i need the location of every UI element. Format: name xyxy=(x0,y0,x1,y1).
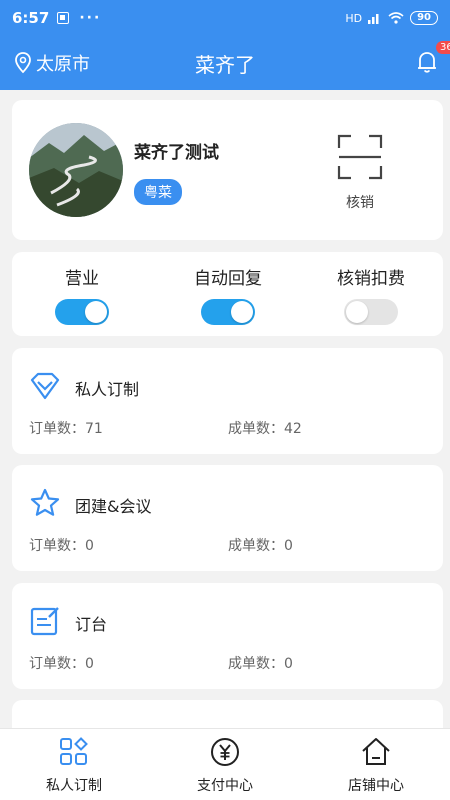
order-count: 订单数：0 xyxy=(29,656,94,672)
deal-count: 成单数：42 xyxy=(228,421,302,437)
business-toggle[interactable] xyxy=(55,299,109,325)
verify-fee-toggle[interactable] xyxy=(344,299,398,325)
network-type: HD xyxy=(345,11,363,25)
settings-switches-card: 营业 自动回复 核销扣费 xyxy=(12,252,443,336)
top-header: 太原市 菜齐了 36 xyxy=(0,36,450,90)
auto-reply-toggle[interactable] xyxy=(201,299,255,325)
page-title: 菜齐了 xyxy=(195,53,255,77)
service-name: 订台 xyxy=(75,615,108,634)
tab-private-custom[interactable]: 私人订制 xyxy=(14,737,134,795)
tab-label: 支付中心 xyxy=(197,778,253,794)
tab-label: 店铺中心 xyxy=(348,778,404,794)
business-switch-label: 营业 xyxy=(65,269,99,289)
deal-count: 成单数：0 xyxy=(228,656,293,672)
tab-store-center[interactable]: 店铺中心 xyxy=(316,737,436,795)
more-notifications-icon: ··· xyxy=(79,10,102,26)
verify-fee-switch-group: 核销扣费 xyxy=(321,264,421,325)
shop-name: 菜齐了测试 xyxy=(134,143,219,163)
notification-badge: 36 xyxy=(436,41,450,54)
order-count: 订单数：71 xyxy=(29,421,103,437)
shop-avatar[interactable] xyxy=(29,123,123,217)
status-time: 6:57 xyxy=(12,9,50,27)
business-switch-group: 营业 xyxy=(32,264,132,325)
auto-reply-switch-group: 自动回复 xyxy=(178,264,278,325)
service-card-team-meeting[interactable]: 团建&会议 订单数：0 成单数：0 xyxy=(12,465,443,571)
battery-indicator: 90 xyxy=(410,11,438,25)
tab-payment-center[interactable]: 支付中心 xyxy=(165,737,285,795)
service-name: 私人订制 xyxy=(75,380,140,399)
service-card-table-booking[interactable]: 订台 订单数：0 成单数：0 xyxy=(12,583,443,689)
auto-reply-switch-label: 自动回复 xyxy=(194,269,262,289)
diamond-icon xyxy=(30,372,60,400)
verify-fee-switch-label: 核销扣费 xyxy=(337,269,405,289)
order-count: 订单数：0 xyxy=(29,538,94,554)
service-card-private-custom[interactable]: 私人订制 订单数：71 成单数：42 xyxy=(12,348,443,454)
star-icon xyxy=(30,488,60,516)
verify-button[interactable]: 核销 xyxy=(330,134,390,212)
bottom-tab-bar: 私人订制 支付中心 店铺中心 xyxy=(0,728,450,800)
grid-icon xyxy=(60,737,88,765)
home-icon xyxy=(362,738,390,765)
yen-icon xyxy=(211,738,239,766)
scan-icon xyxy=(337,134,383,180)
notification-square-icon xyxy=(57,12,70,24)
tab-label: 私人订制 xyxy=(46,778,102,794)
notification-button[interactable]: 36 xyxy=(416,41,450,78)
shop-profile-card: 菜齐了测试 粤菜 核销 xyxy=(12,100,443,240)
bell-icon xyxy=(418,52,436,73)
deal-count: 成单数：0 xyxy=(228,538,293,554)
status-bar: 6:57 ··· HD 90 xyxy=(0,0,450,36)
signal-icon xyxy=(368,14,379,24)
edit-icon xyxy=(30,607,59,636)
service-name: 团建&会议 xyxy=(75,497,152,516)
verify-label: 核销 xyxy=(346,195,374,211)
cuisine-tag: 粤菜 xyxy=(134,179,182,205)
wifi-icon xyxy=(388,12,404,24)
